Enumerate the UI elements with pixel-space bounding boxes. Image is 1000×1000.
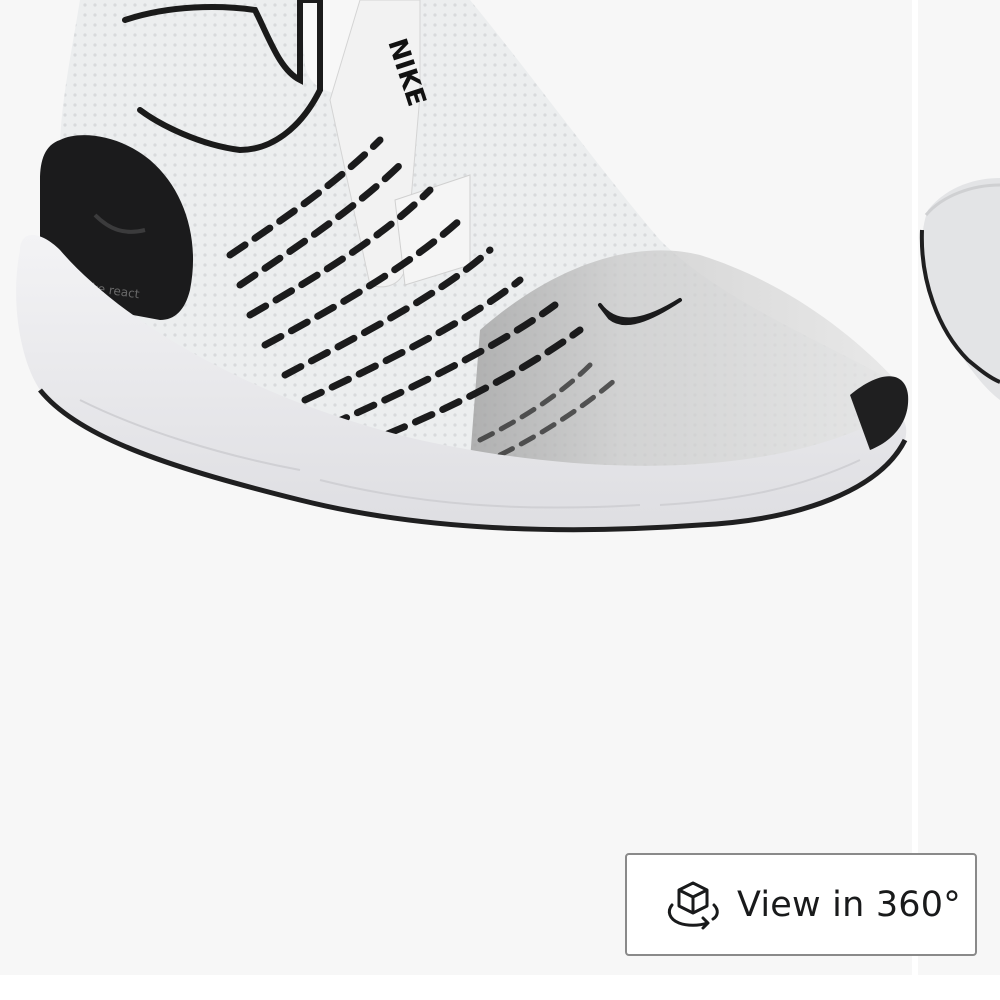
sneaker-illustration-next [919,178,1000,400]
product-image-viewer[interactable]: NIKE nike react View in 360° [0,0,1000,975]
sneaker-illustration: NIKE nike react [16,0,909,533]
product-image-next[interactable] [918,0,1000,975]
cube-rotate-icon [663,875,723,935]
view-360-button[interactable]: View in 360° [625,853,977,956]
product-image-main[interactable]: NIKE nike react [0,0,912,975]
view-360-label: View in 360° [737,884,961,925]
below-viewer-area [0,975,1000,1000]
